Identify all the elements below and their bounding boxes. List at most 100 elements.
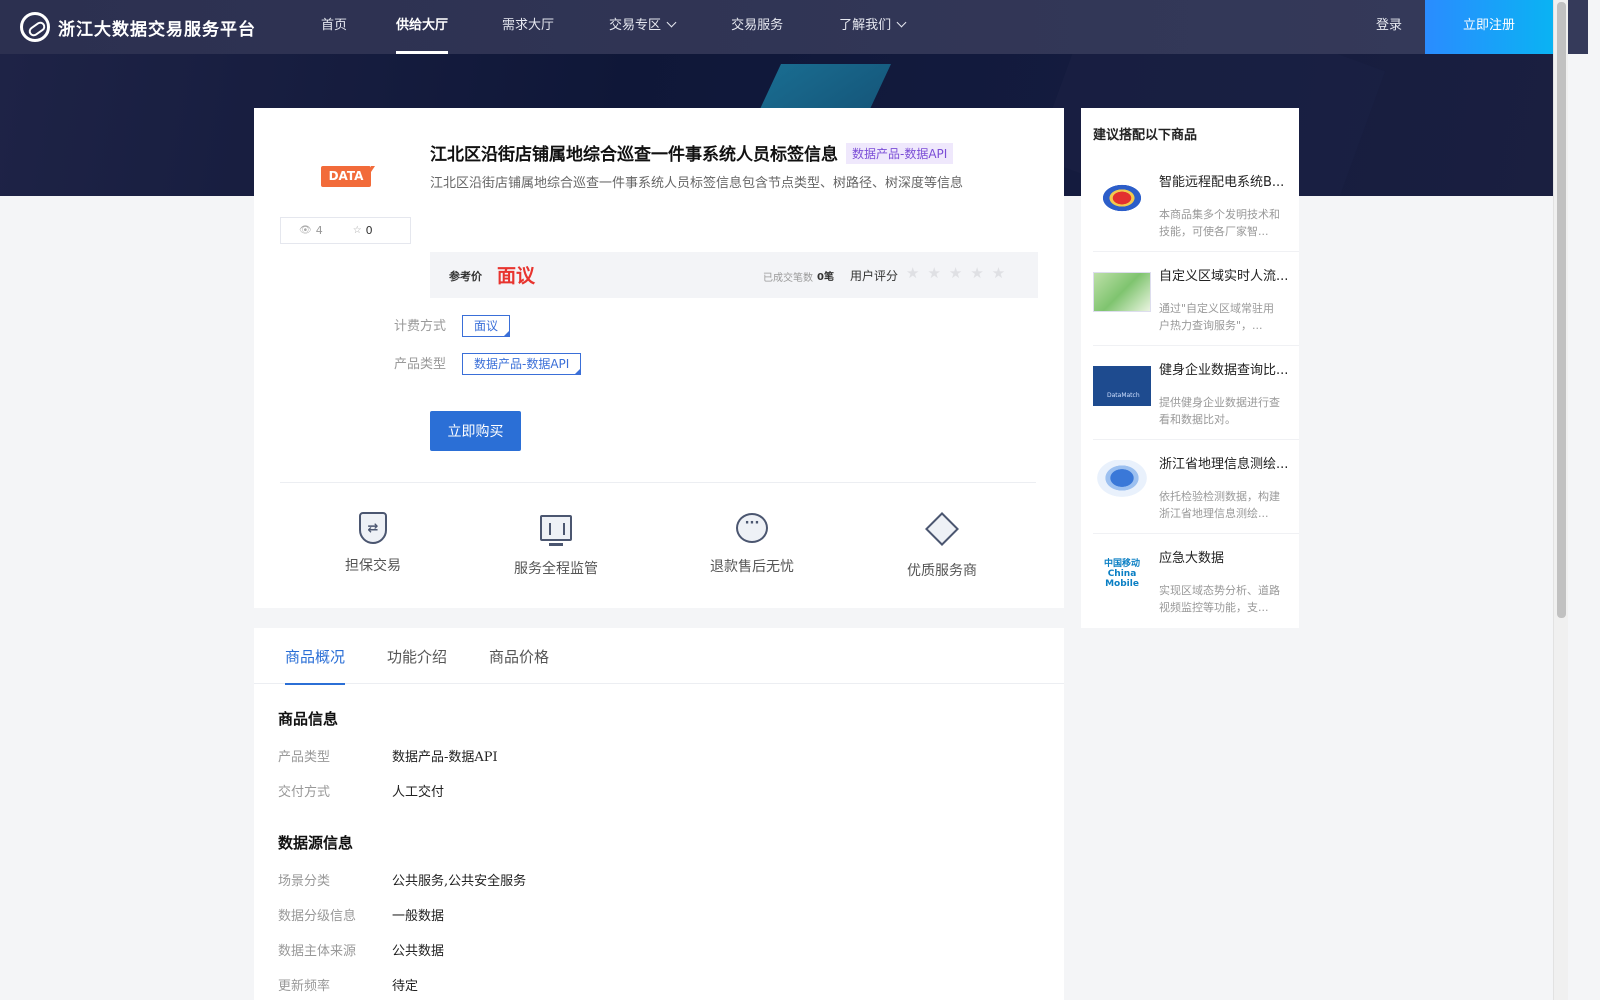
product-description: 江北区沿街店铺属地综合巡查一件事系统人员标签信息包含节点类型、树路径、树深度等信… [430, 176, 964, 191]
recommend-item-name: 自定义区域实时人流... [1159, 269, 1289, 284]
feature-icon-wrap [539, 515, 573, 549]
feature-guaranteed-trade: ⇄ 担保交易 [313, 512, 433, 575]
view-count-value: 4 [315, 224, 323, 237]
feature-label: 服务全程监管 [514, 561, 598, 577]
shield-exchange-icon: ⇄ [359, 512, 387, 544]
info-label: 更新频率 [278, 979, 331, 994]
page-scrollbar[interactable] [1553, 0, 1568, 1000]
nav-item-trade-zone[interactable]: 交易专区 [609, 0, 677, 54]
product-thumbnail [1093, 460, 1151, 500]
info-label: 数据主体来源 [278, 944, 357, 959]
product-thumbnail [1093, 366, 1151, 406]
info-label: 产品类型 [278, 750, 331, 765]
divider [280, 482, 1036, 483]
product-title: 江北区沿街店铺属地综合巡查一件事系统人员标签信息 数据产品-数据API [430, 140, 954, 165]
feature-label: 优质服务商 [907, 563, 977, 579]
detail-tabs: 商品概况 功能介绍 商品价格 [254, 628, 1064, 685]
feature-label: 担保交易 [345, 558, 401, 574]
info-value: 一般数据 [392, 909, 445, 924]
feature-quality-provider: 优质服务商 [882, 512, 1002, 580]
chevron-down-icon [896, 17, 907, 28]
tab-features[interactable]: 功能介绍 [387, 646, 447, 683]
monitor-chart-icon [540, 515, 572, 546]
recommend-item-desc: 提供健身企业数据进行查看和数据比对。 [1159, 396, 1280, 426]
login-link[interactable]: 登录 [1376, 0, 1402, 52]
feature-full-supervision: 服务全程监管 [496, 512, 616, 578]
tab-pricing[interactable]: 商品价格 [489, 646, 549, 683]
feature-icon-wrap: ··· [735, 513, 769, 547]
billing-option-tag[interactable]: 面议 [462, 315, 511, 337]
info-label: 场景分类 [278, 874, 331, 889]
product-thumbnail [1093, 178, 1151, 218]
recommend-panel: 建议搭配以下商品 智能远程配电系统B... 本商品集多个发明技术和技能，可使各厂… [1081, 108, 1299, 628]
price-panel: 参考价 面议 已成交笔数 0笔 用户评分 ★★★★★ [430, 252, 1038, 298]
recommend-item[interactable]: 浙江省地理信息测绘... 依托检验检测数据，构建浙江省地理信息测绘... [1093, 440, 1299, 534]
recommend-item-desc: 本商品集多个发明技术和技能，可使各厂家智... [1159, 208, 1280, 238]
rating-stars-icon: ★★★★★ [906, 264, 1014, 282]
product-category-tag: 数据产品-数据API [846, 143, 954, 164]
recommend-item[interactable]: 自定义区域实时人流... 通过"自定义区域常驻用户热力查询服务"，... [1093, 252, 1299, 346]
recommend-item-name: 应急大数据 [1159, 551, 1225, 566]
product-stats: 👁 4 ☆ 0 [280, 217, 411, 244]
product-type-label: 产品类型 [394, 357, 447, 372]
china-mobile-logo: 中国移动 China Mobile [1103, 559, 1140, 589]
deal-count-label: 已成交笔数 [763, 273, 813, 284]
product-title-text: 江北区沿街店铺属地综合巡查一件事系统人员标签信息 [430, 145, 838, 165]
section-title-product-info: 商品信息 [278, 710, 339, 728]
eye-icon: 👁 [299, 225, 312, 236]
star-outline-icon: ☆ [352, 225, 362, 236]
feature-label: 退款售后无忧 [710, 559, 794, 575]
product-details: 商品概况 功能介绍 商品价格 商品信息 产品类型 数据产品-数据API 交付方式… [254, 628, 1064, 1000]
tab-overview[interactable]: 商品概况 [285, 646, 346, 685]
feature-icon-wrap: ⇄ [356, 512, 390, 546]
section-title-data-source: 数据源信息 [278, 834, 354, 852]
billing-label: 计费方式 [394, 319, 447, 334]
product-thumbnail [1093, 272, 1151, 312]
deal-count-value: 0笔 [817, 272, 834, 283]
product-type-option-tag[interactable]: 数据产品-数据API [462, 353, 582, 375]
nav-item-home[interactable]: 首页 [321, 0, 347, 54]
info-value: 人工交付 [392, 785, 445, 800]
rating-label: 用户评分 [850, 269, 899, 283]
recommend-item-name: 健身企业数据查询比... [1159, 363, 1289, 378]
main-nav: 首页 供给大厅 需求大厅 交易专区 交易服务 了解我们 [300, 0, 907, 54]
nav-item-trade-zone-label: 交易专区 [609, 18, 662, 33]
recommend-item[interactable]: 中国移动 China Mobile 应急大数据 实现区域态势分析、道路视频监控等… [1093, 534, 1299, 628]
info-label: 交付方式 [278, 785, 331, 800]
feature-icon-wrap [925, 512, 959, 551]
recommend-item-desc: 实现区域态势分析、道路视频监控等功能，支... [1159, 584, 1280, 614]
site-logo[interactable]: 浙江大数据交易服务平台 [20, 10, 256, 44]
nav-item-supply-hall[interactable]: 供给大厅 [396, 0, 449, 54]
recommend-item[interactable]: 健身企业数据查询比... 提供健身企业数据进行查看和数据比对。 [1093, 346, 1299, 440]
diamond-check-icon [925, 512, 959, 546]
product-card: DATA 👁 4 ☆ 0 江北区沿街店铺属地综合巡查一件事系统人员标签信息 数据产品-… [254, 108, 1064, 608]
info-value: 数据产品-数据API [392, 750, 498, 765]
recommend-item-name: 智能远程配电系统B... [1159, 175, 1285, 190]
info-label: 数据分级信息 [278, 909, 357, 924]
recommend-item-desc: 通过"自定义区域常驻用户热力查询服务"，... [1159, 302, 1275, 332]
nav-item-demand-hall[interactable]: 需求大厅 [502, 0, 554, 54]
price-value: 面议 [497, 265, 536, 287]
logo-icon [20, 12, 50, 42]
nav-item-about-us-label: 了解我们 [839, 18, 892, 33]
info-value: 公共服务,公共安全服务 [392, 874, 527, 889]
nav-item-trade-service[interactable]: 交易服务 [731, 0, 783, 54]
register-button[interactable]: 立即注册 [1425, 0, 1553, 54]
view-count: 👁 4 [299, 224, 323, 237]
recommend-title: 建议搭配以下商品 [1093, 128, 1198, 143]
buy-now-button[interactable]: 立即购买 [430, 411, 521, 451]
info-value: 公共数据 [392, 944, 445, 959]
chat-bubble-icon: ··· [736, 513, 768, 543]
favorite-count[interactable]: ☆ 0 [353, 224, 373, 237]
logo-text: 浙江大数据交易服务平台 [58, 19, 256, 40]
nav-item-about-us[interactable]: 了解我们 [839, 0, 907, 54]
scrollbar-thumb[interactable] [1557, 2, 1566, 618]
recommend-item-name: 浙江省地理信息测绘... [1159, 457, 1289, 472]
recommend-item-desc: 依托检验检测数据，构建浙江省地理信息测绘... [1159, 490, 1280, 520]
data-badge: DATA [321, 166, 375, 187]
price-label: 参考价 [449, 270, 482, 283]
top-nav-bar: 浙江大数据交易服务平台 首页 供给大厅 需求大厅 交易专区 交易服务 了解我们 … [0, 0, 1588, 54]
recommend-item[interactable]: 智能远程配电系统B... 本商品集多个发明技术和技能，可使各厂家智... [1093, 158, 1299, 252]
chevron-down-icon [666, 17, 677, 28]
info-value: 待定 [392, 979, 419, 994]
